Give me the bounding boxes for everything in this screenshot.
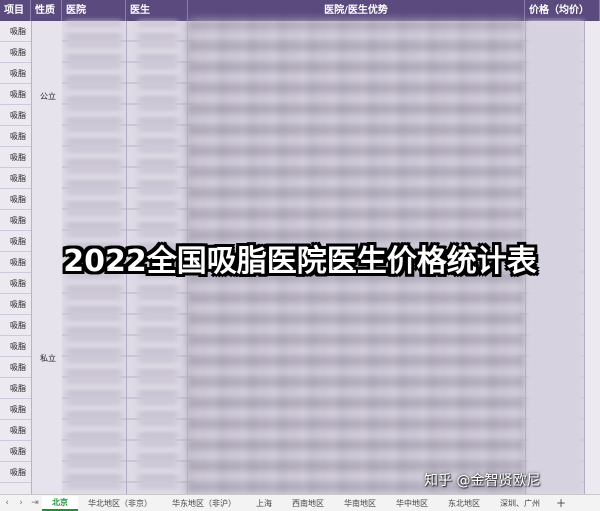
project-cell[interactable]: 吸脂 bbox=[0, 147, 31, 168]
tab-east-china[interactable]: 华东地区（非沪） bbox=[162, 496, 246, 511]
project-cell[interactable]: 吸脂 bbox=[0, 21, 31, 42]
sheet-tab-bar: ‹ › ⇥ 北京 华北地区（非京） 华东地区（非沪） 上海 西南地区 华南地区 … bbox=[0, 494, 600, 511]
header-nature[interactable]: 性质 bbox=[31, 0, 62, 21]
header-price[interactable]: 价格（均价） bbox=[525, 0, 600, 21]
project-cell[interactable]: 吸脂 bbox=[0, 210, 31, 231]
header-project[interactable]: 项目 bbox=[0, 0, 31, 21]
project-cell[interactable]: 吸脂 bbox=[0, 189, 31, 210]
project-cell[interactable]: 吸脂 bbox=[0, 168, 31, 189]
project-cell[interactable]: 吸脂 bbox=[0, 105, 31, 126]
project-cell[interactable]: 吸脂 bbox=[0, 357, 31, 378]
add-sheet-icon[interactable]: + bbox=[556, 496, 566, 510]
column-header-row: 项目 性质 医院 医生 医院/医生优势 价格（均价） bbox=[0, 0, 600, 21]
project-cell[interactable]: 吸脂 bbox=[0, 84, 31, 105]
project-cell[interactable]: 吸脂 bbox=[0, 420, 31, 441]
project-cell[interactable]: 吸脂 bbox=[0, 63, 31, 84]
tab-southwest[interactable]: 西南地区 bbox=[282, 496, 334, 511]
header-advantage[interactable]: 医院/医生优势 bbox=[188, 0, 525, 21]
project-cell[interactable]: 吸脂 bbox=[0, 336, 31, 357]
project-cell[interactable]: 吸脂 bbox=[0, 315, 31, 336]
nav-last-icon[interactable]: ⇥ bbox=[28, 498, 42, 508]
nav-prev-icon[interactable]: ‹ bbox=[0, 498, 14, 508]
project-cell[interactable]: 吸脂 bbox=[0, 294, 31, 315]
overlay-title: 2022全国吸脂医院医生价格统计表 bbox=[63, 244, 537, 279]
project-cell[interactable]: 吸脂 bbox=[0, 42, 31, 63]
header-doctor[interactable]: 医生 bbox=[126, 0, 188, 21]
nav-next-icon[interactable]: › bbox=[14, 498, 28, 508]
project-cell[interactable]: 吸脂 bbox=[0, 462, 31, 483]
nature-public-cell[interactable]: 公立 bbox=[40, 91, 56, 102]
project-cell[interactable]: 吸脂 bbox=[0, 441, 31, 462]
tab-central-china[interactable]: 华中地区 bbox=[386, 496, 438, 511]
watermark: 知乎 @金智贤欧尼 bbox=[424, 473, 541, 489]
project-cell[interactable]: 吸脂 bbox=[0, 399, 31, 420]
tab-shanghai[interactable]: 上海 bbox=[246, 496, 282, 511]
nature-private-cell[interactable]: 私立 bbox=[40, 353, 56, 364]
project-cell[interactable]: 吸脂 bbox=[0, 378, 31, 399]
project-cell[interactable]: 吸脂 bbox=[0, 126, 31, 147]
tab-beijing[interactable]: 北京 bbox=[42, 495, 78, 511]
tab-south-china[interactable]: 华南地区 bbox=[334, 496, 386, 511]
header-hospital[interactable]: 医院 bbox=[62, 0, 126, 21]
tab-north-china[interactable]: 华北地区（非京） bbox=[78, 496, 162, 511]
tab-northeast[interactable]: 东北地区 bbox=[438, 496, 490, 511]
tab-shenzhen-guangzhou[interactable]: 深圳、广州 bbox=[490, 496, 550, 511]
